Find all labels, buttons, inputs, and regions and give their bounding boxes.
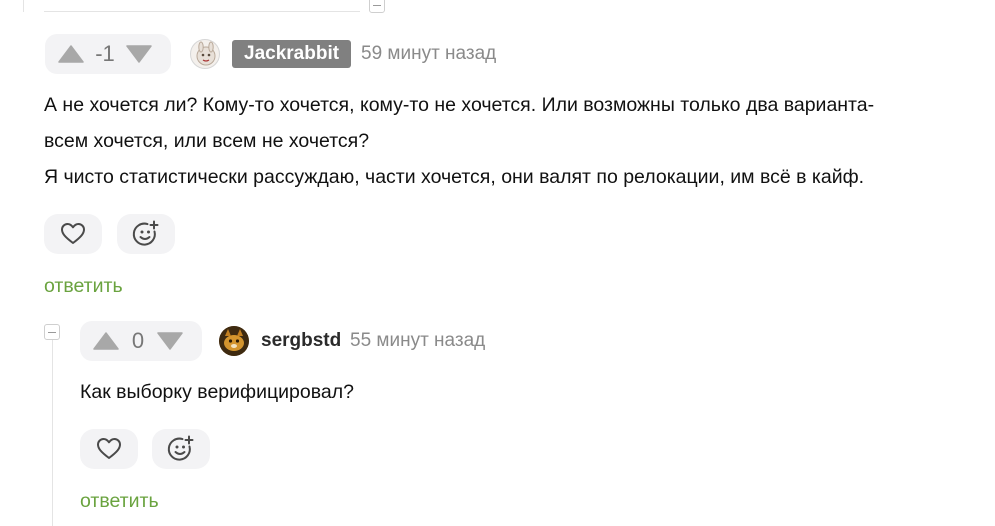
collapse-icon[interactable]	[44, 324, 60, 340]
comment-time[interactable]: 59 минут назад	[361, 40, 496, 68]
comment-text-line-1: А не хочется ли? Кому-то хочется, кому-т…	[44, 94, 875, 116]
heart-icon	[61, 223, 85, 244]
comment-text-line-2: всем хочется, или всем не хочется?	[44, 130, 370, 152]
thread-line-top	[23, 0, 24, 12]
comment-text-line-3: Я чисто статистически рассуждаю, части х…	[44, 166, 865, 188]
like-button[interactable]	[80, 429, 138, 469]
vote-score: 0	[131, 328, 145, 353]
reply-link[interactable]: ответить	[44, 274, 123, 298]
upvote-arrow-icon[interactable]	[53, 34, 89, 74]
nested-thread-line	[52, 340, 53, 526]
smiley-add-icon	[167, 435, 194, 461]
vote-widget: -1	[45, 34, 171, 74]
avatar[interactable]	[190, 39, 220, 69]
downvote-arrow-icon[interactable]	[121, 34, 157, 74]
collapse-icon[interactable]	[369, 0, 385, 13]
vote-score: -1	[95, 41, 115, 66]
username[interactable]: sergbstd	[261, 327, 341, 355]
vote-widget: 0	[80, 321, 202, 361]
heart-icon	[97, 438, 121, 459]
comment-text: Как выборку верифицировал?	[80, 381, 354, 403]
thread-line-top-divider	[44, 11, 360, 12]
username-badge[interactable]: Jackrabbit	[232, 40, 352, 68]
downvote-arrow-icon[interactable]	[152, 321, 188, 361]
avatar[interactable]	[219, 326, 249, 356]
reply-link[interactable]: ответить	[80, 489, 159, 513]
reaction-button[interactable]	[117, 214, 175, 254]
comment-time[interactable]: 55 минут назад	[350, 327, 485, 355]
smiley-add-icon	[132, 220, 159, 246]
reaction-button[interactable]	[152, 429, 210, 469]
like-button[interactable]	[44, 214, 102, 254]
upvote-arrow-icon[interactable]	[88, 321, 124, 361]
